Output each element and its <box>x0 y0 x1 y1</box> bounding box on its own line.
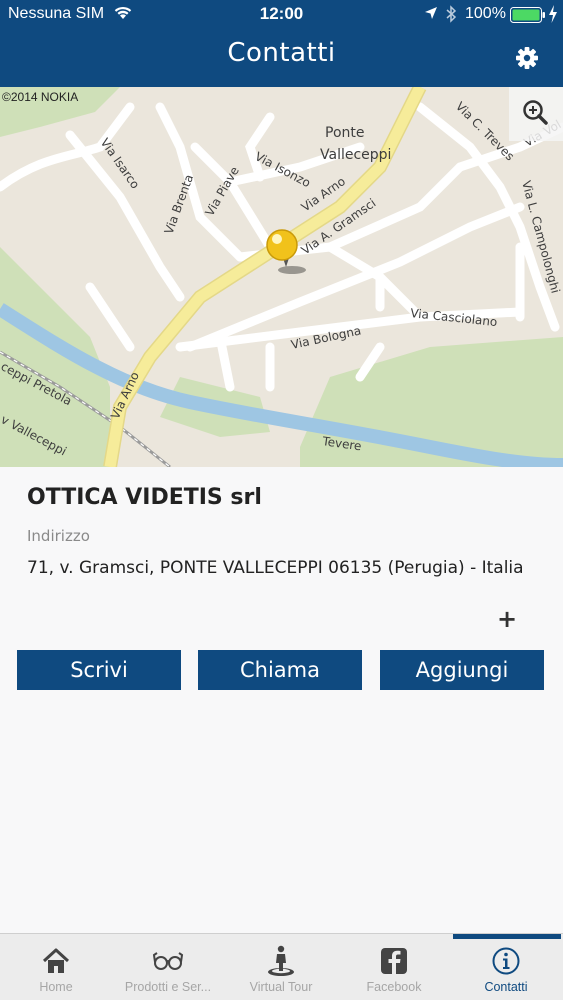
battery-icon <box>510 7 545 23</box>
home-icon <box>42 948 70 973</box>
address-label: Indirizzo <box>27 527 90 545</box>
address-value[interactable]: 71, v. Gramsci, PONTE VALLECEPPI 06135 (… <box>27 558 524 578</box>
header: Nessuna SIM 12:00 100% Contatti <box>0 0 563 87</box>
tab-home[interactable]: Home <box>0 940 112 1000</box>
map-label: Via Brenta <box>162 173 196 236</box>
facebook-icon <box>381 948 407 974</box>
map-label: Ponte <box>325 125 364 141</box>
tab-label: Virtual Tour <box>249 980 313 994</box>
page-title: Contatti <box>227 38 336 68</box>
map-label: Via C. Treves <box>453 99 517 163</box>
tab-label: Facebook <box>366 980 422 994</box>
tab-label: Contatti <box>484 980 528 994</box>
tab-label: Home <box>39 980 73 994</box>
active-tab-indicator <box>453 934 561 939</box>
zoom-in-icon <box>523 100 548 125</box>
tab-label: Prodotti e Ser... <box>124 980 212 994</box>
location-arrow-icon <box>425 7 437 19</box>
tab-virtual-tour[interactable]: Virtual Tour <box>225 940 337 1000</box>
expand-button[interactable]: + <box>497 605 517 633</box>
charging-bolt-icon <box>549 5 557 23</box>
map-view[interactable]: Ponte Valleceppi Via Isarco Via Brenta V… <box>0 87 563 467</box>
battery-percentage: 100% <box>465 5 506 22</box>
bluetooth-icon <box>446 5 457 23</box>
map-copyright: ©2014 NOKIA <box>2 90 79 104</box>
add-contact-button[interactable]: Aggiungi <box>380 650 544 690</box>
status-bar: Nessuna SIM 12:00 100% <box>0 0 563 30</box>
tab-facebook[interactable]: Facebook <box>338 940 450 1000</box>
write-button[interactable]: Scrivi <box>17 650 181 690</box>
map-label: Valleceppi <box>320 147 391 163</box>
info-icon <box>492 947 520 975</box>
call-button[interactable]: Chiama <box>198 650 362 690</box>
zoom-button[interactable] <box>509 87 563 141</box>
tab-prodotti[interactable]: Prodotti e Ser... <box>112 940 224 1000</box>
map-canvas: Ponte Valleceppi Via Isarco Via Brenta V… <box>0 87 563 467</box>
person-pin-icon <box>268 945 294 976</box>
tab-bar: Home Prodotti e Ser... Virtual Tour Face… <box>0 933 563 1000</box>
company-name: OTTICA VIDETIS srl <box>27 485 262 510</box>
tab-contatti[interactable]: Contatti <box>450 940 562 1000</box>
gear-icon[interactable] <box>512 43 542 73</box>
glasses-icon <box>152 952 184 970</box>
